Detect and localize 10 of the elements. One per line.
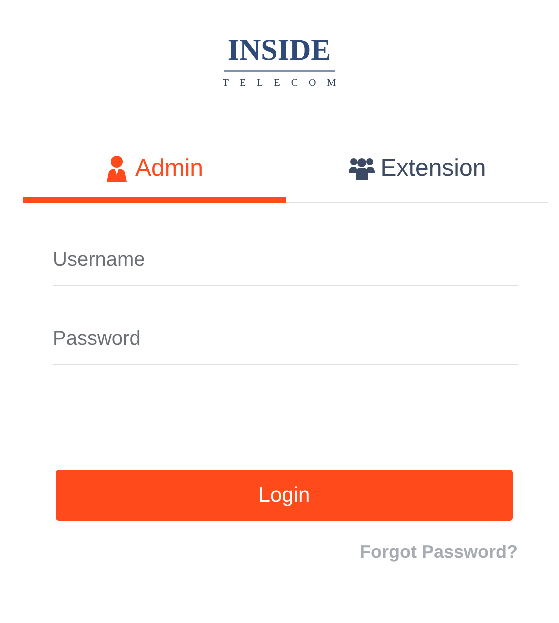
input-field[interactable]: Password (53, 314, 518, 365)
users-icon (348, 156, 375, 180)
tab[interactable]: Extension (286, 146, 549, 203)
login-button[interactable]: Login (56, 470, 513, 521)
logo-tagline: TELECOM (222, 78, 348, 89)
input-field[interactable]: Username (53, 235, 518, 286)
forgot-password-link[interactable]: Forgot Password? (360, 542, 518, 563)
user-icon (105, 156, 130, 182)
logo-name: INSIDE (224, 34, 336, 72)
tab[interactable]: Admin (23, 146, 286, 203)
